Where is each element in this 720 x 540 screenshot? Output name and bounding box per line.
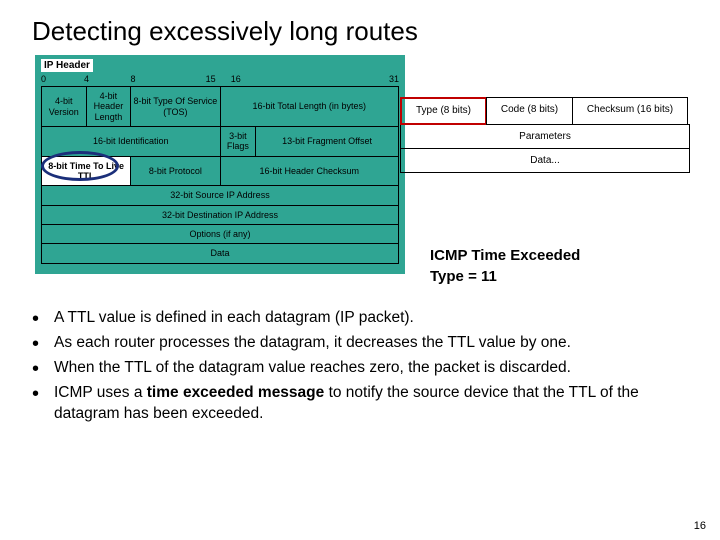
ip-ttl: 8-bit Time To Live TTL [42,156,131,186]
bullet-1: A TTL value is defined in each datagram … [32,308,692,329]
icmp-caption-line2: Type = 11 [430,266,580,287]
page-number: 16 [694,520,706,532]
bit-16: 16 [231,74,241,84]
ip-options: Options (if any) [42,225,399,244]
ip-frag: 13-bit Fragment Offset [256,127,399,157]
bullet-list: A TTL value is defined in each datagram … [32,308,692,429]
icmp-checksum-cell: Checksum (16 bits) [572,97,688,125]
icmp-params-cell: Parameters [400,124,690,149]
bit-8: 8 [131,74,136,84]
ip-data: Data [42,244,399,263]
diagram-area: IP Header 0 4 8 15 16 31 4-bit Version 4… [20,55,700,305]
icmp-data-cell: Data... [400,148,690,173]
content-area: IP Header 0 4 8 15 16 31 4-bit Version 4… [0,55,720,305]
ip-hlen: 4-bit Header Length [86,87,131,127]
ip-src: 32-bit Source IP Address [42,186,399,205]
ip-dst: 32-bit Destination IP Address [42,205,399,224]
ip-header-diagram: IP Header 0 4 8 15 16 31 4-bit Version 4… [35,55,405,274]
icmp-type-cell: Type (8 bits) [400,97,487,125]
bit-15: 15 [206,74,216,84]
ip-header-label: IP Header [41,59,93,72]
bit-0: 0 [41,74,46,84]
slide-title: Detecting excessively long routes [0,0,720,55]
icmp-diagram: Type (8 bits) Code (8 bits) Checksum (16… [400,97,690,173]
ip-cksum: 16-bit Header Checksum [220,156,399,186]
ip-header-table: 4-bit Version 4-bit Header Length 8-bit … [41,86,399,264]
bullet-4a: ICMP uses a [54,384,147,401]
bullet-2: As each router processes the datagram, i… [32,333,692,354]
bit-ruler: 0 4 8 15 16 31 [41,74,399,86]
bit-4: 4 [84,74,89,84]
ip-proto: 8-bit Protocol [131,156,220,186]
bullet-4: ICMP uses a time exceeded message to not… [32,383,692,425]
icmp-caption: ICMP Time Exceeded Type = 11 [430,245,580,287]
icmp-caption-line1: ICMP Time Exceeded [430,245,580,266]
ip-tos: 8-bit Type Of Service (TOS) [131,87,220,127]
ip-version: 4-bit Version [42,87,87,127]
ip-id: 16-bit Identification [42,127,221,157]
ip-totlen: 16-bit Total Length (in bytes) [220,87,399,127]
ip-flags: 3-bit Flags [220,127,256,157]
bullet-4b: time exceeded message [147,384,325,401]
bullet-3: When the TTL of the datagram value reach… [32,358,692,379]
icmp-code-cell: Code (8 bits) [486,97,573,125]
bit-31: 31 [389,74,399,84]
